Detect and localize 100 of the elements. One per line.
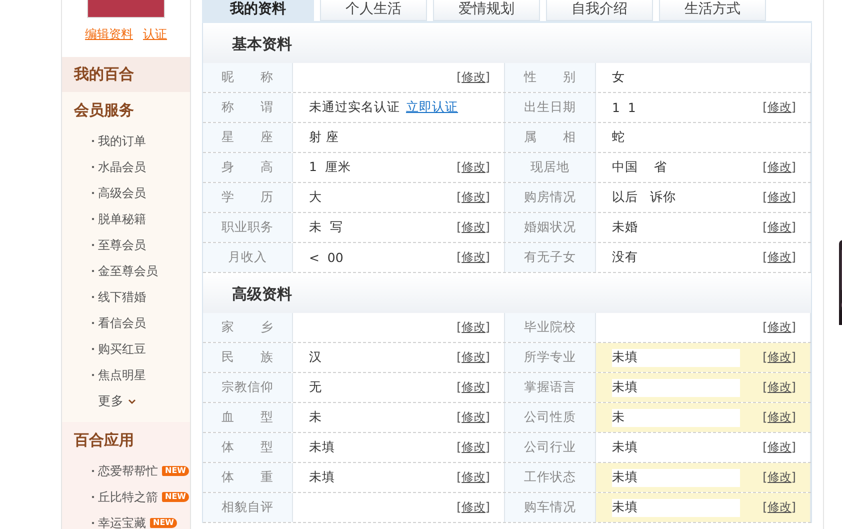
tab[interactable]: 爱情规划 — [433, 0, 540, 21]
verify-link[interactable]: 立即认证 — [406, 99, 458, 116]
field-value: 未婚 — [612, 219, 638, 236]
sidebar-item[interactable]: 高级会员 — [98, 184, 146, 202]
field-label: 公司行业 — [505, 433, 596, 462]
field-value: 射 座 — [309, 129, 339, 146]
field-value: 1 1 — [612, 100, 636, 115]
field-label: 出生日期 — [505, 93, 596, 122]
field-value: 无 — [309, 379, 322, 396]
edit-link[interactable]: [修改] — [456, 219, 490, 236]
field-label: 民 族 — [203, 343, 293, 372]
edit-link[interactable]: [修改] — [762, 99, 796, 116]
edit-link[interactable]: [修改] — [456, 469, 490, 486]
tab[interactable]: 自我介绍 — [546, 0, 653, 21]
field-value: 未填 — [612, 439, 638, 456]
edit-link[interactable]: [修改] — [762, 469, 796, 486]
edit-link[interactable]: [修改] — [456, 439, 490, 456]
new-badge: NEW — [150, 518, 177, 528]
sidebar-item[interactable]: 购买红豆 — [98, 340, 146, 358]
field-value: 大 — [309, 189, 322, 206]
edit-link[interactable]: [修改] — [456, 249, 490, 266]
edit-link[interactable]: [修改] — [762, 219, 796, 236]
edit-link[interactable]: [修改] — [456, 409, 490, 426]
field-value: 未填 — [612, 379, 638, 396]
tab[interactable]: 个人生活 — [320, 0, 427, 21]
new-badge: NEW — [162, 492, 189, 502]
edit-link[interactable]: [修改] — [456, 499, 490, 516]
field-label: 有无子女 — [505, 243, 596, 272]
edit-link[interactable]: [修改] — [762, 189, 796, 206]
field-value: 未填 — [612, 469, 638, 486]
edit-link[interactable]: [修改] — [762, 319, 796, 336]
edit-link[interactable]: [修改] — [762, 349, 796, 366]
field-value: 没有 — [612, 249, 638, 266]
field-label: 血 型 — [203, 403, 293, 432]
sidebar-item[interactable]: 脱单秘籍 — [98, 210, 146, 228]
section-title: 百合应用 — [73, 430, 135, 451]
field-label: 性 别 — [505, 63, 596, 92]
field-label: 身 高 — [203, 153, 293, 182]
field-value: 未 写 — [309, 219, 343, 236]
field-label: 体 型 — [203, 433, 293, 462]
field-value: 未填 — [309, 439, 335, 456]
edit-link[interactable]: [修改] — [762, 439, 796, 456]
field-value: 汉 — [309, 349, 322, 366]
sidebar-item[interactable]: 恋爱帮帮忙 — [98, 462, 158, 480]
sidebar-item[interactable]: 看信会员 — [98, 314, 146, 332]
sidebar-item[interactable]: 焦点明星 — [98, 366, 146, 384]
chevron-icon — [128, 398, 136, 404]
field-value: 未通过实名认证 — [309, 99, 400, 116]
more-link[interactable]: 更多 — [98, 392, 124, 410]
field-label: 宗教信仰 — [203, 373, 293, 402]
field-label: 现居地 — [505, 153, 596, 182]
sidebar-item[interactable]: 幸运宝藏 — [98, 514, 146, 529]
field-value: 以后 诉你 — [612, 189, 676, 206]
field-label: 公司性质 — [505, 403, 596, 432]
field-label: 购房情况 — [505, 183, 596, 212]
sidebar-item[interactable]: 金至尊会员 — [98, 262, 158, 280]
field-label: 家 乡 — [203, 313, 293, 342]
edit-link[interactable]: [修改] — [456, 379, 490, 396]
sidebar-item[interactable]: 至尊会员 — [98, 236, 146, 254]
edit-link[interactable]: [修改] — [456, 69, 490, 86]
tab[interactable]: 生活方式 — [659, 0, 766, 21]
edit-link[interactable]: [修改] — [456, 319, 490, 336]
field-value: 未 — [309, 409, 322, 426]
field-value: 未填 — [612, 499, 638, 516]
field-label: 学 历 — [203, 183, 293, 212]
field-value: < 00 — [309, 250, 344, 265]
field-label: 星 座 — [203, 123, 293, 152]
edit-link[interactable]: [修改] — [762, 249, 796, 266]
field-label: 称 谓 — [203, 93, 293, 122]
sidebar-item[interactable]: 丘比特之箭 — [98, 488, 158, 506]
section-title: 会员服务 — [72, 100, 135, 121]
edit-link[interactable]: [修改] — [762, 409, 796, 426]
field-label: 所学专业 — [505, 343, 596, 372]
field-label: 职业职务 — [203, 213, 293, 242]
field-label: 相貌自评 — [203, 493, 293, 522]
field-value: 蛇 — [612, 129, 625, 146]
field-label: 掌握语言 — [505, 373, 596, 402]
field-label: 体 重 — [203, 463, 293, 492]
tab[interactable]: 我的资料 — [202, 0, 314, 21]
field-value: 中国 省 — [612, 159, 667, 176]
sidebar-item[interactable]: 我的订单 — [98, 132, 146, 150]
edit-link[interactable]: [修改] — [456, 349, 490, 366]
edit-link[interactable]: [修改] — [762, 499, 796, 516]
new-badge: NEW — [162, 466, 189, 476]
sidebar-home[interactable]: 我的百合 — [62, 57, 190, 92]
field-label: 月收入 — [203, 243, 293, 272]
field-value: 未填 — [309, 469, 335, 486]
field-label: 昵 称 — [203, 63, 293, 92]
edit-link[interactable]: [修改] — [456, 159, 490, 176]
field-value: 未 — [612, 409, 625, 426]
field-value: 1 厘米 — [309, 159, 351, 176]
field-value: 女 — [612, 69, 625, 86]
sidebar-item[interactable]: 线下猎婚 — [98, 288, 146, 306]
edit-link[interactable]: [修改] — [762, 379, 796, 396]
field-label: 毕业院校 — [505, 313, 596, 342]
edit-link[interactable]: [修改] — [456, 189, 490, 206]
field-label: 购车情况 — [505, 493, 596, 522]
field-label: 工作状态 — [505, 463, 596, 492]
edit-link[interactable]: [修改] — [762, 159, 796, 176]
sidebar-item[interactable]: 水晶会员 — [98, 158, 146, 176]
